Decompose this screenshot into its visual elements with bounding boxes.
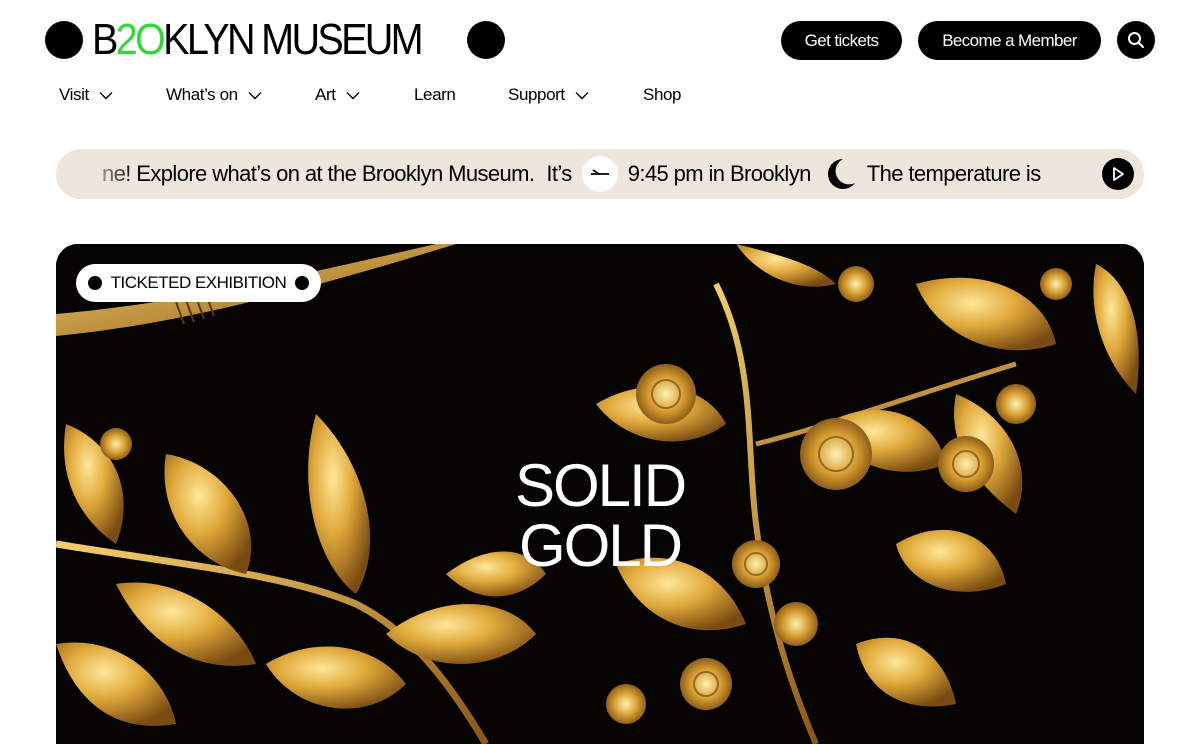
title-line-1: SOLID [514,452,687,519]
nav-item-whats-on[interactable]: What’s on [166,82,262,108]
ticketed-exhibition-badge[interactable]: TICKETED EXHIBITION [76,264,321,302]
site-header: B2OKLYN MUSEUM Get tickets Become a Memb… [0,0,1200,130]
nav-label: Learn [414,85,456,104]
logo-wordmark: B2OKLYN MUSEUM [92,15,424,64]
chevron-down-icon [346,91,360,99]
nav-label: What’s on [166,85,238,104]
logo-dot-right [466,21,505,59]
nav-label: Visit [59,85,89,104]
chevron-down-icon [575,91,589,99]
nav-label: Art [315,85,336,104]
exhibition-title[interactable]: SOLID GOLD [56,456,1144,576]
nav-item-shop[interactable]: Shop [643,82,682,108]
ticker-fade-left [56,149,136,199]
search-icon [1128,32,1144,48]
nav-item-art[interactable]: Art [315,82,360,108]
get-tickets-button[interactable]: Get tickets [781,21,902,60]
badge-label: TICKETED EXHIBITION [110,273,287,292]
nav-item-learn[interactable]: Learn [414,82,456,108]
hero-exhibition-card[interactable]: TICKETED EXHIBITION SOLID GOLD [56,244,1144,744]
info-ticker: ne! Explore what’s on at the Brooklyn Mu… [56,149,1144,199]
main-nav: Visit What’s on Art Learn Support Shop [0,82,760,108]
clock-icon [581,156,618,192]
nav-label: Support [508,85,565,104]
ticker-track: ne! Explore what’s on at the Brooklyn Mu… [102,149,1041,199]
ticker-time-text: 9:45 pm in Brooklyn [627,161,812,186]
moon-icon [821,156,857,192]
ticker-intro-text: ne! Explore what’s on at the Brooklyn Mu… [102,161,535,186]
become-member-button[interactable]: Become a Member [918,21,1101,60]
ticker-play-button[interactable] [1102,158,1134,190]
nav-label: Shop [643,85,682,104]
badge-dot-left [88,276,102,290]
logo-dot-left [45,21,83,59]
brooklyn-museum-logo[interactable]: B2OKLYN MUSEUM [45,17,505,63]
badge-dot-right [294,276,309,290]
nav-item-visit[interactable]: Visit [59,82,113,108]
chevron-down-icon [248,91,262,99]
title-line-2: GOLD [518,512,683,579]
ticker-its-text: It’s [546,161,572,186]
nav-item-support[interactable]: Support [508,82,589,108]
play-icon [1113,167,1124,181]
search-button[interactable] [1117,21,1155,59]
ticker-temperature-text: The temperature is [866,161,1041,186]
chevron-down-icon [99,91,113,99]
